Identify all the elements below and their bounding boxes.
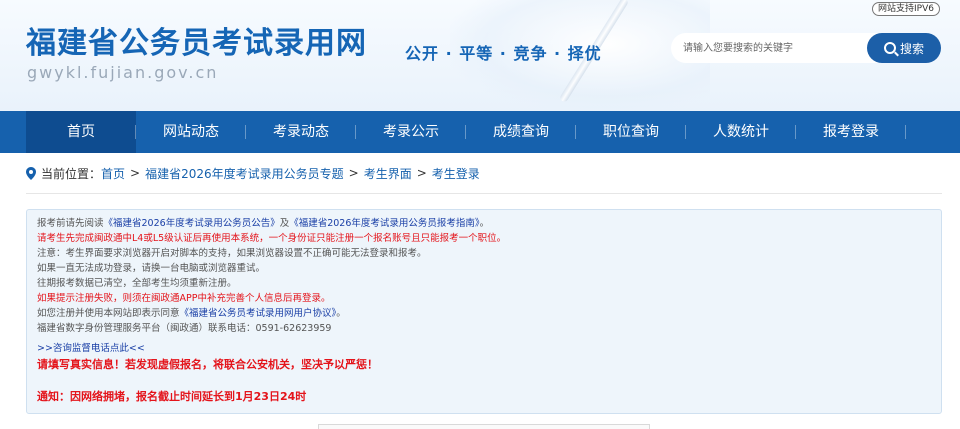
breadcrumb-link-candidate-login[interactable]: 考生登录: [432, 165, 480, 182]
nav-item-position-query[interactable]: 职位查询: [576, 111, 686, 153]
announcement-link[interactable]: 《福建省2026年度考试录用公务员公告》: [104, 218, 280, 229]
notice-panel: 报考前请先阅读《福建省2026年度考试录用公务员公告》及《福建省2026年度考试…: [26, 209, 942, 414]
search-input[interactable]: [671, 33, 867, 63]
breadcrumb: 当前位置： 首页 > 福建省2026年度考试录用公务员专题 > 考生界面 > 考…: [26, 163, 480, 183]
breadcrumb-link-topic[interactable]: 福建省2026年度考试录用公务员专题: [145, 165, 344, 182]
breadcrumb-separator: >: [348, 166, 359, 180]
notice-text: 如您注册并使用本网站即表示同意: [37, 308, 180, 319]
nav-item-exam-announcements[interactable]: 考录公示: [356, 111, 466, 153]
notice-line-retry: 如果一直无法成功登录，请换一台电脑或浏览器重试。: [37, 263, 266, 274]
notice-line-deadline-extension: 通知：因网络拥堵，报名截止时间延长到1月23日24时: [37, 390, 307, 403]
notice-text: 报考前请先阅读: [37, 218, 104, 229]
site-slogan: 公开 · 平等 · 竞争 · 择优: [405, 44, 602, 63]
nav-item-registration-login[interactable]: 报考登录: [796, 111, 906, 153]
search-button-label: 搜索: [899, 41, 924, 56]
breadcrumb-separator: >: [130, 166, 141, 180]
location-pin-icon: [26, 166, 36, 180]
notice-line-contact-phone: 福建省数字身份管理服务平台（闽政通）联系电话：0591-62623959: [37, 323, 332, 334]
notice-line-truthful-info-warning: 请填写真实信息！若发现虚假报名，将联合公安机关，坚决予以严惩！: [37, 358, 378, 371]
nav-item-site-news[interactable]: 网站动态: [136, 111, 246, 153]
notice-line-data-cleared: 往期报考数据已清空，全部考生均须重新注册。: [37, 278, 237, 289]
breadcrumb-link-home[interactable]: 首页: [101, 165, 125, 182]
nav-item-score-query[interactable]: 成绩查询: [466, 111, 576, 153]
breadcrumb-divider: [26, 193, 942, 194]
nav-item-exam-news[interactable]: 考录动态: [246, 111, 356, 153]
ipv6-badge: 网站支持IPV6: [872, 2, 940, 16]
breadcrumb-separator: >: [416, 166, 427, 180]
breadcrumb-prefix: 当前位置：: [41, 166, 102, 181]
notice-line-script-support: 注意：考生界面要求浏览器开启对脚本的支持，如果浏览器设置不正确可能无法登录和报考…: [37, 248, 427, 259]
notice-line-read-first: 报考前请先阅读《福建省2026年度考试录用公务员公告》及《福建省2026年度考试…: [37, 216, 931, 231]
supervision-hotline-link[interactable]: >>咨询监督电话点此<<: [37, 343, 145, 354]
search-button[interactable]: 搜索: [867, 33, 941, 63]
search-box: 搜索: [671, 33, 941, 63]
search-icon: [883, 42, 896, 54]
site-header: 福建省公务员考试录用网 gwykl.fujian.gov.cn 公开 · 平等 …: [0, 0, 960, 111]
notice-text: 及: [279, 218, 290, 229]
notice-spacer: [37, 374, 931, 388]
login-form-edge: [318, 424, 650, 429]
site-domain: gwykl.fujian.gov.cn: [27, 63, 219, 82]
application-guide-link[interactable]: 《福建省2026年度考试录用公务员报考指南》: [289, 218, 479, 229]
notice-line-certification: 请考生先完成闽政通中L4或L5级认证后再使用本系统，一个身份证只能注册一个报名账…: [37, 233, 507, 244]
notice-line-agreement: 如您注册并使用本网站即表示同意《福建省公务员考试录用网用户协议》。: [37, 306, 931, 321]
nav-item-applicant-statistics[interactable]: 人数统计: [686, 111, 796, 153]
user-agreement-link[interactable]: 《福建省公务员考试录用网用户协议》: [180, 308, 337, 319]
main-nav: 首页 网站动态 考录动态 考录公示 成绩查询 职位查询 人数统计 报考登录: [0, 111, 960, 153]
breadcrumb-link-candidate-interface[interactable]: 考生界面: [364, 165, 412, 182]
notice-line-registration-failure: 如果提示注册失败，则须在闽政通APP中补充完善个人信息后再登录。: [37, 293, 331, 304]
nav-item-home[interactable]: 首页: [26, 111, 136, 153]
notice-text: 。: [336, 308, 346, 319]
site-title[interactable]: 福建省公务员考试录用网: [26, 18, 367, 62]
notice-text: 。: [479, 218, 490, 229]
